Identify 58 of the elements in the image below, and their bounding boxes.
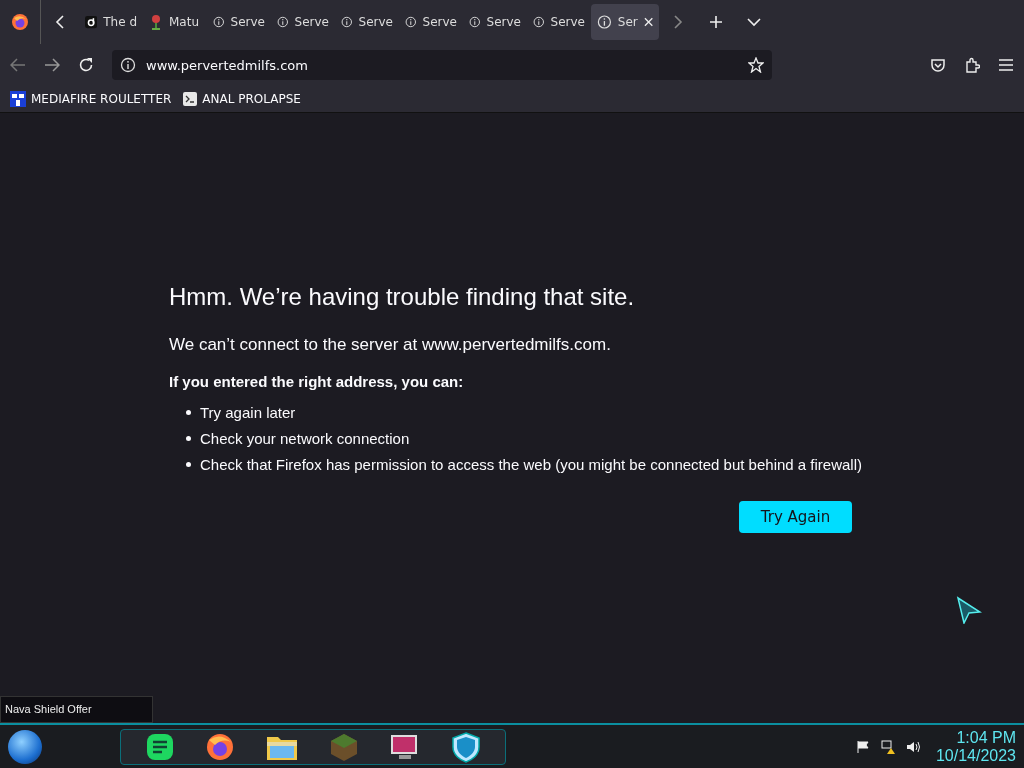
reload-icon[interactable] bbox=[78, 57, 94, 73]
info-icon bbox=[277, 14, 289, 30]
browser-logo-icon[interactable] bbox=[11, 13, 29, 31]
bullet-icon bbox=[186, 462, 191, 467]
network-warning-icon[interactable] bbox=[879, 738, 896, 755]
clock[interactable]: 1:04 PM 10/14/2023 bbox=[935, 728, 1016, 765]
suggestion-item: Check your network connection bbox=[200, 430, 410, 447]
start-button[interactable] bbox=[8, 729, 42, 764]
browser-tab[interactable]: Ser bbox=[591, 4, 659, 40]
browser-tab[interactable]: Serve bbox=[207, 4, 271, 40]
browser-tab[interactable]: Serve bbox=[271, 4, 335, 40]
browser-tab[interactable]: Serve bbox=[527, 4, 591, 40]
bookmark[interactable]: MEDIAFIRE ROULETTER bbox=[10, 91, 172, 107]
terminal-icon bbox=[183, 92, 198, 106]
plus-icon[interactable] bbox=[709, 15, 723, 29]
flag-icon[interactable] bbox=[855, 739, 870, 754]
info-icon bbox=[469, 14, 481, 30]
chevron-left-icon[interactable] bbox=[55, 15, 65, 29]
bookmark[interactable]: ANAL PROLAPSE bbox=[183, 92, 301, 106]
info-icon bbox=[120, 57, 136, 73]
puzzle-icon[interactable] bbox=[964, 57, 980, 73]
speaker-icon[interactable] bbox=[905, 739, 922, 754]
shield-app-icon[interactable] bbox=[451, 730, 481, 763]
back-arrow-icon[interactable] bbox=[10, 58, 26, 72]
browser-tab[interactable]: Serve bbox=[463, 4, 527, 40]
info-icon bbox=[341, 14, 353, 30]
info-icon bbox=[405, 14, 417, 30]
info-icon bbox=[213, 14, 225, 30]
close-icon[interactable] bbox=[643, 17, 653, 27]
menu-icon[interactable] bbox=[998, 58, 1014, 72]
bullet-icon bbox=[186, 410, 191, 415]
browser-tab[interactable]: The d bbox=[79, 4, 143, 40]
info-icon bbox=[597, 14, 612, 30]
flower-icon bbox=[149, 14, 163, 30]
chevron-right-icon[interactable] bbox=[673, 15, 683, 29]
browser-tab[interactable]: Serve bbox=[335, 4, 399, 40]
suggestions-heading: If you entered the right address, you can: bbox=[169, 373, 465, 390]
suggestion-item: Check that Firefox has permission to access the web (you might be connected but behind a firewall) bbox=[200, 456, 862, 473]
address-bar[interactable]: www.pervertedmilfs.com bbox=[112, 50, 772, 80]
chat-app-icon[interactable] bbox=[145, 731, 175, 762]
error-title: Hmm. We’re having trouble finding that site. bbox=[169, 283, 636, 311]
error-message: We can’t connect to the server at www.pervertedmilfs.com. bbox=[169, 335, 612, 355]
browser-app-icon[interactable] bbox=[205, 731, 235, 762]
suggestion-item: Try again later bbox=[200, 404, 296, 421]
grass-block-icon[interactable] bbox=[329, 731, 359, 762]
cursor-icon bbox=[956, 596, 982, 624]
bullet-icon bbox=[186, 436, 191, 441]
forward-arrow-icon[interactable] bbox=[44, 58, 60, 72]
chevron-down-icon[interactable] bbox=[747, 17, 761, 27]
star-icon[interactable] bbox=[748, 57, 764, 73]
browser-tab[interactable]: Matu bbox=[143, 4, 207, 40]
pocket-icon[interactable] bbox=[930, 57, 946, 73]
bookmark-icon bbox=[10, 91, 26, 107]
logo-icon bbox=[85, 14, 98, 30]
try-again-button[interactable]: Try Again bbox=[739, 501, 852, 533]
status-tooltip: Nava Shield Offer bbox=[0, 696, 153, 723]
browser-tab[interactable]: Serve bbox=[399, 4, 463, 40]
info-icon bbox=[533, 14, 545, 30]
